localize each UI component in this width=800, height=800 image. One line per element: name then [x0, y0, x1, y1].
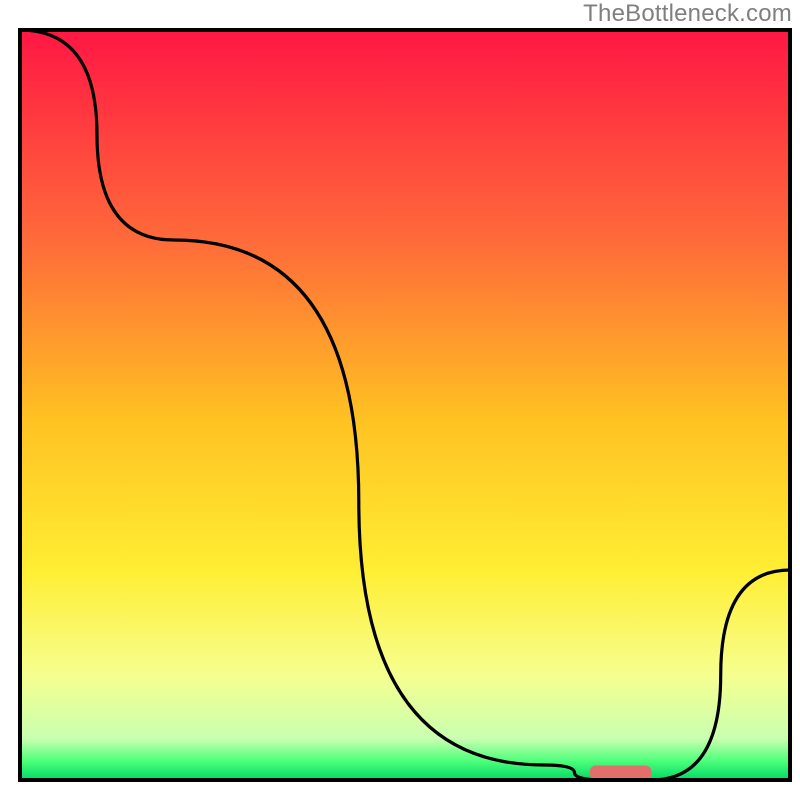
brand-watermark: TheBottleneck.com: [583, 0, 792, 28]
bottleneck-chart: [0, 0, 800, 800]
gradient-background: [20, 30, 790, 780]
optimal-marker: [590, 766, 652, 780]
